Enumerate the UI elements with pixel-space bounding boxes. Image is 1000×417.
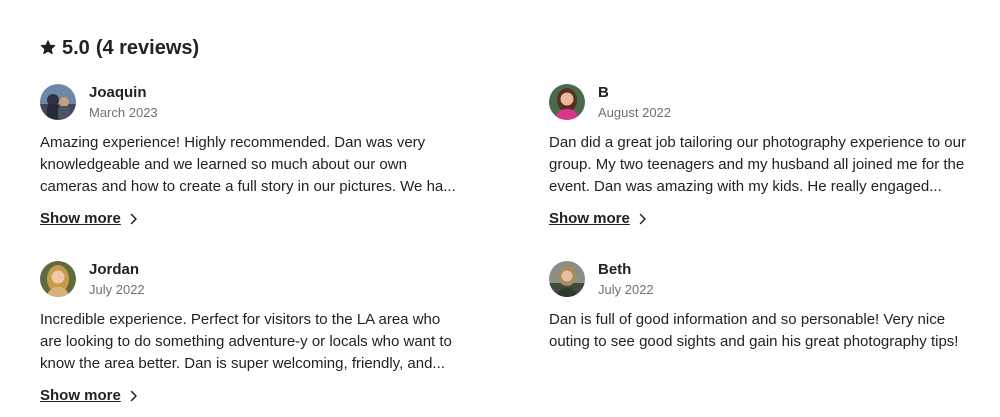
- review-date: July 2022: [598, 281, 654, 297]
- reviewer-meta: Jordan July 2022: [89, 260, 145, 299]
- reviewer-name: B: [598, 83, 609, 101]
- rating-summary: 5.0 (4 reviews): [40, 36, 199, 60]
- review-card: Beth July 2022 Dan is full of good infor…: [549, 259, 969, 353]
- review-header: Jordan July 2022: [40, 259, 460, 299]
- review-text: Incredible experience. Perfect for visit…: [40, 311, 452, 372]
- review-date: March 2023: [89, 104, 158, 120]
- reviewer-name: Joaquin: [89, 83, 147, 101]
- show-more-button[interactable]: Show more: [549, 210, 648, 227]
- reviewer-meta: Beth July 2022: [598, 260, 654, 299]
- reviewer-meta: Joaquin March 2023: [89, 83, 158, 122]
- avatar[interactable]: [40, 84, 76, 120]
- show-more-button[interactable]: Show more: [40, 210, 139, 227]
- review-text: Dan is full of good information and so p…: [549, 311, 959, 350]
- review-card: Jordan July 2022 Incredible experience. …: [40, 259, 460, 405]
- review-header: Joaquin March 2023: [40, 82, 460, 122]
- review-header: Beth July 2022: [549, 259, 969, 299]
- reviews-section: 5.0 (4 reviews) Joaquin March 2023 Amazi…: [40, 0, 966, 417]
- show-more-button[interactable]: Show more: [40, 387, 139, 404]
- review-header: B August 2022: [549, 82, 969, 122]
- avatar[interactable]: [549, 84, 585, 120]
- avatar[interactable]: [549, 261, 585, 297]
- reviewer-meta: B August 2022: [598, 83, 671, 122]
- chevron-right-icon: [127, 390, 139, 402]
- review-count: (4 reviews): [95, 36, 200, 59]
- reviewer-name: Jordan: [89, 260, 140, 278]
- review-text: Amazing experience! Highly recommended. …: [40, 134, 456, 195]
- review-card: Joaquin March 2023 Amazing experience! H…: [40, 82, 460, 228]
- chevron-right-icon: [127, 213, 139, 225]
- show-more-label: Show more: [549, 210, 630, 227]
- review-card: B August 2022 Dan did a great job tailor…: [549, 82, 969, 228]
- avatar[interactable]: [40, 261, 76, 297]
- star-icon: [40, 40, 56, 56]
- chevron-right-icon: [636, 213, 648, 225]
- review-text: Dan did a great job tailoring our photog…: [549, 134, 966, 195]
- show-more-label: Show more: [40, 210, 121, 227]
- review-date: August 2022: [598, 104, 672, 120]
- rating-value: 5.0: [62, 36, 90, 59]
- show-more-label: Show more: [40, 387, 121, 404]
- reviewer-name: Beth: [598, 260, 632, 278]
- review-date: July 2022: [89, 281, 145, 297]
